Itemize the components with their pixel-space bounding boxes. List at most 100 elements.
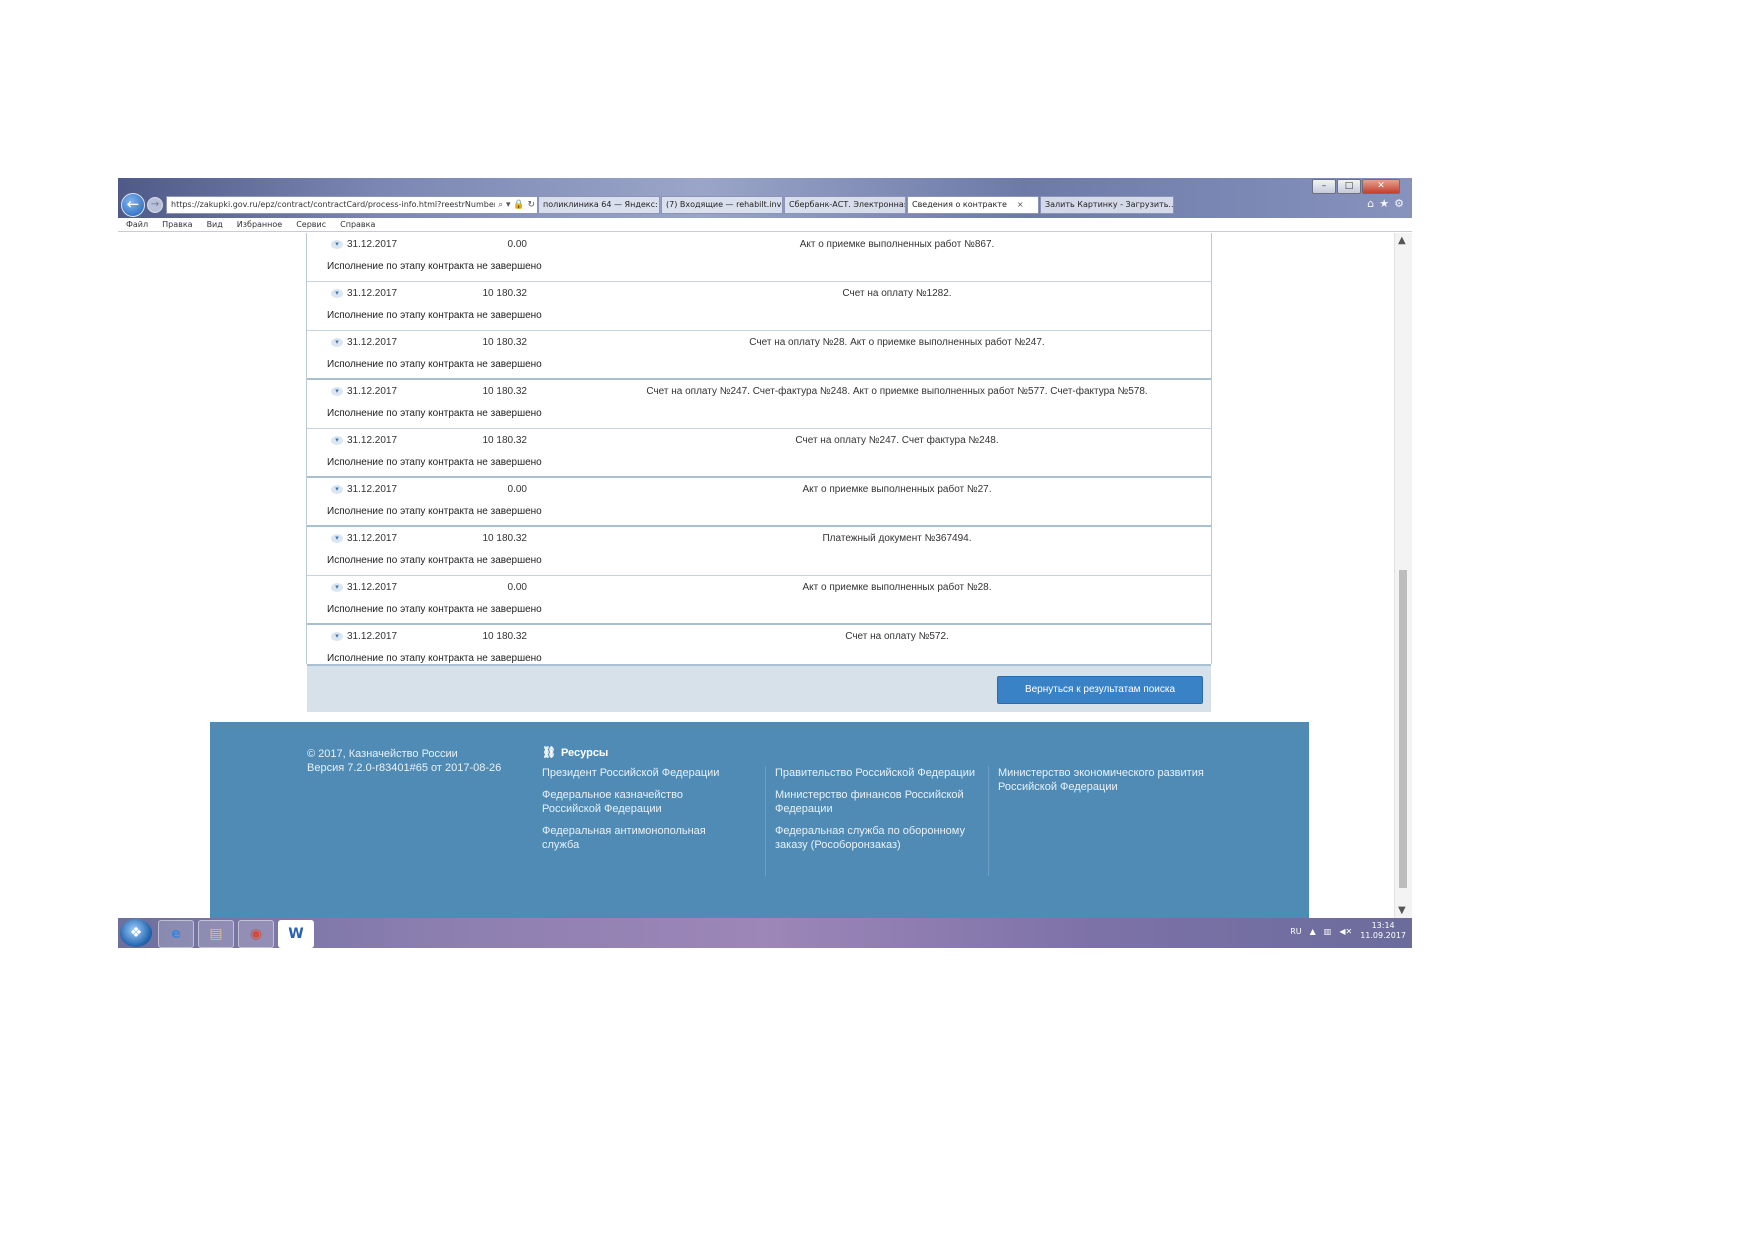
- volume-muted-icon[interactable]: ◀✕: [1339, 927, 1352, 936]
- vertical-scrollbar[interactable]: ▲ ▼: [1394, 233, 1412, 918]
- row-document: Счет на оплату №572.: [845, 631, 949, 642]
- minimize-button[interactable]: –: [1312, 179, 1336, 194]
- language-indicator[interactable]: RU: [1290, 927, 1301, 936]
- link-chain-icon: ⛓: [542, 746, 556, 759]
- network-icon[interactable]: ▥: [1324, 927, 1332, 936]
- expand-toggle-icon[interactable]: ▾: [331, 534, 343, 543]
- address-tools-icon[interactable]: ⌕ ▾ 🔒 ↻: [495, 197, 535, 213]
- row-date: 31.12.2017: [347, 239, 398, 250]
- menu-file[interactable]: Файл: [126, 218, 148, 231]
- settings-gear-icon[interactable]: ⚙: [1394, 197, 1404, 210]
- footer-link-president[interactable]: Президент Российской Федерации: [542, 766, 742, 780]
- favorites-star-icon[interactable]: ★: [1379, 197, 1389, 210]
- footer-link-minfin[interactable]: Министерство финансов Российской Федерац…: [775, 788, 975, 816]
- expand-toggle-icon[interactable]: ▾: [331, 240, 343, 249]
- table-row: ▾ 31.12.2017 0.00 Акт о приемке выполнен…: [307, 478, 1211, 527]
- tab-image-upload[interactable]: Залить Картинку - Загрузить...: [1040, 196, 1174, 214]
- tab-contract-info[interactable]: Сведения о контракте ×: [907, 196, 1039, 214]
- address-bar[interactable]: https://zakupki.gov.ru/epz/contract/cont…: [166, 196, 538, 214]
- back-button[interactable]: ←: [121, 193, 145, 217]
- row-amount: 0.00: [507, 239, 527, 250]
- page-viewport: ▾ 31.12.2017 0.00 Акт о приемке выполнен…: [118, 233, 1395, 918]
- maximize-button[interactable]: □: [1337, 179, 1361, 194]
- table-row: ▾ 31.12.2017 0.00 Акт о приемке выполнен…: [307, 576, 1211, 625]
- home-icon[interactable]: ⌂: [1367, 197, 1374, 210]
- tab-strip: поликлиника 64 — Яндекс: н... (7) Входящ…: [538, 196, 1175, 214]
- expand-toggle-icon[interactable]: ▾: [331, 338, 343, 347]
- menu-favorites[interactable]: Избранное: [237, 218, 282, 231]
- menu-tools[interactable]: Сервис: [296, 218, 326, 231]
- footer-link-rosoboronzakaz[interactable]: Федеральная служба по оборонному заказу …: [775, 824, 975, 852]
- row-amount: 0.00: [507, 582, 527, 593]
- system-clock[interactable]: 13:14 11.09.2017: [1360, 921, 1406, 941]
- footer-link-treasury[interactable]: Федеральное казначейство Российской Феде…: [542, 788, 742, 816]
- menu-view[interactable]: Вид: [207, 218, 223, 231]
- table-row: ▾ 31.12.2017 10 180.32 Платежный докумен…: [307, 527, 1211, 576]
- row-date: 31.12.2017: [347, 337, 398, 348]
- footer-copyright: © 2017, Казначейство России Версия 7.2.0…: [307, 747, 501, 775]
- system-tray: RU ▲ ▥ ◀✕ 13:14 11.09.2017: [1290, 921, 1406, 941]
- browser-tools: ⌂ ★ ⚙: [1367, 197, 1404, 210]
- resources-title: Ресурсы: [560, 747, 609, 759]
- row-date: 31.12.2017: [347, 631, 398, 642]
- row-document: Счет на оплату №1282.: [842, 288, 952, 299]
- row-date: 31.12.2017: [347, 582, 398, 593]
- forward-button[interactable]: →: [147, 197, 163, 213]
- row-document: Акт о приемке выполненных работ №28.: [802, 582, 992, 593]
- scrollbar-thumb[interactable]: [1399, 570, 1407, 888]
- expand-toggle-icon[interactable]: ▾: [331, 387, 343, 396]
- footer-link-government[interactable]: Правительство Российской Федерации: [775, 766, 975, 780]
- screenshot: – □ ✕ ← → https://zakupki.gov.ru/epz/con…: [118, 178, 1412, 948]
- word-icon[interactable]: W: [278, 920, 314, 948]
- tab-mail[interactable]: (7) Входящие — rehabilt.invali...: [661, 196, 783, 214]
- expand-toggle-icon[interactable]: ▾: [331, 436, 343, 445]
- address-url: https://zakupki.gov.ru/epz/contract/cont…: [171, 200, 512, 209]
- menu-help[interactable]: Справка: [340, 218, 375, 231]
- footer-links-column-2: Правительство Российской Федерации Минис…: [765, 766, 975, 876]
- table-footer: Вернуться к результатам поиска: [307, 664, 1211, 712]
- row-document: Счет на оплату №28. Акт о приемке выполн…: [749, 337, 1045, 348]
- clock-time: 13:14: [1371, 921, 1395, 930]
- resources-heading: ⛓ Ресурсы: [542, 746, 608, 759]
- back-to-search-results-button[interactable]: Вернуться к результатам поиска: [997, 676, 1203, 704]
- footer-link-mineconomy[interactable]: Министерство экономического развития Рос…: [998, 766, 1218, 794]
- row-status: Исполнение по этапу контракта не заверше…: [327, 604, 542, 615]
- start-button[interactable]: ❖: [120, 919, 152, 947]
- expand-toggle-icon[interactable]: ▾: [331, 485, 343, 494]
- footer-links-column-1: Президент Российской Федерации Федеральн…: [542, 766, 742, 860]
- table-row: ▾ 31.12.2017 10 180.32 Счет на оплату №1…: [307, 282, 1211, 331]
- copyright-text: © 2017, Казначейство России: [307, 748, 458, 760]
- internet-explorer-icon[interactable]: e: [158, 920, 194, 948]
- table-row: ▾ 31.12.2017 10 180.32 Счет на оплату №2…: [307, 380, 1211, 429]
- scroll-down-icon[interactable]: ▼: [1398, 905, 1406, 916]
- tray-expand-icon[interactable]: ▲: [1310, 927, 1316, 936]
- tab-contract-info-label: Сведения о контракте: [912, 200, 1007, 209]
- window-controls: – □ ✕: [1312, 179, 1400, 194]
- row-status: Исполнение по этапу контракта не заверше…: [327, 653, 542, 664]
- expand-toggle-icon[interactable]: ▾: [331, 289, 343, 298]
- folder-icon[interactable]: ▤: [198, 920, 234, 948]
- contract-execution-table: ▾ 31.12.2017 0.00 Акт о приемке выполнен…: [306, 233, 1212, 712]
- row-status: Исполнение по этапу контракта не заверше…: [327, 261, 542, 272]
- footer-links-column-3: Министерство экономического развития Рос…: [988, 766, 1218, 876]
- menu-edit[interactable]: Правка: [162, 218, 192, 231]
- tab-sberbank-ast[interactable]: Сбербанк-АСТ. Электронная...: [784, 196, 906, 214]
- row-amount: 10 180.32: [482, 533, 528, 544]
- close-window-button[interactable]: ✕: [1362, 179, 1400, 194]
- tab-yandex[interactable]: поликлиника 64 — Яндекс: н...: [538, 196, 660, 214]
- row-amount: 10 180.32: [482, 288, 528, 299]
- expand-toggle-icon[interactable]: ▾: [331, 583, 343, 592]
- site-footer: © 2017, Казначейство России Версия 7.2.0…: [210, 722, 1309, 918]
- row-document: Счет на оплату №247. Счет-фактура №248. …: [646, 386, 1148, 397]
- chrome-icon[interactable]: ◉: [238, 920, 274, 948]
- row-status: Исполнение по этапу контракта не заверше…: [327, 506, 542, 517]
- footer-link-antimonopoly[interactable]: Федеральная антимонопольная служба: [542, 824, 742, 852]
- table-row: ▾ 31.12.2017 10 180.32 Счет на оплату №2…: [307, 331, 1211, 380]
- row-date: 31.12.2017: [347, 386, 398, 397]
- row-amount: 10 180.32: [482, 435, 528, 446]
- tab-close-icon[interactable]: ×: [1017, 200, 1024, 209]
- row-document: Платежный документ №367494.: [822, 533, 972, 544]
- expand-toggle-icon[interactable]: ▾: [331, 632, 343, 641]
- row-status: Исполнение по этапу контракта не заверше…: [327, 408, 542, 419]
- scroll-up-icon[interactable]: ▲: [1398, 235, 1406, 246]
